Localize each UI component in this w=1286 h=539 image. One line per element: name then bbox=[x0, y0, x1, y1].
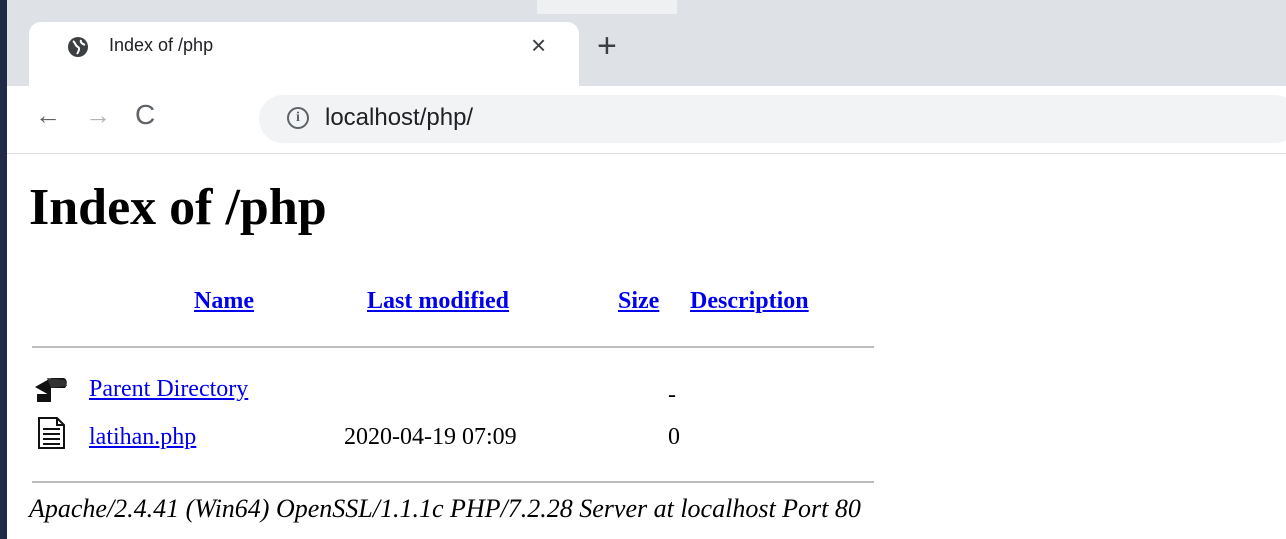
text-file-icon bbox=[38, 417, 65, 449]
reload-button[interactable]: C bbox=[135, 100, 155, 130]
info-icon[interactable]: i bbox=[287, 107, 309, 129]
page-title: Index of /php bbox=[29, 179, 327, 236]
browser-tab[interactable]: Index of /php × bbox=[29, 22, 579, 86]
tab-close-button[interactable]: × bbox=[531, 30, 546, 60]
tab-strip-notch bbox=[537, 0, 677, 14]
new-tab-button[interactable]: + bbox=[597, 28, 617, 64]
file-last-modified: 2020-04-19 07:09 bbox=[344, 424, 517, 450]
column-header-size[interactable]: Size bbox=[618, 288, 659, 315]
back-button[interactable]: ← bbox=[35, 100, 61, 130]
page-content: Index of /php Name Last modified Size De… bbox=[7, 154, 1286, 539]
browser-toolbar: ← → C i localhost/php/ bbox=[7, 86, 1286, 154]
column-header-last-modified[interactable]: Last modified bbox=[367, 288, 509, 315]
parent-directory-link[interactable]: Parent Directory bbox=[89, 376, 248, 403]
server-signature: Apache/2.4.41 (Win64) OpenSSL/1.1.1c PHP… bbox=[29, 494, 861, 523]
column-header-name[interactable]: Name bbox=[194, 288, 254, 315]
back-arrow-icon bbox=[35, 378, 67, 402]
window-left-edge bbox=[0, 0, 7, 539]
globe-icon bbox=[68, 37, 88, 57]
header-divider bbox=[32, 346, 874, 348]
footer-divider bbox=[32, 481, 874, 483]
parent-directory-size: - bbox=[668, 382, 676, 408]
tab-strip: Index of /php × + bbox=[7, 0, 1286, 86]
column-header-description[interactable]: Description bbox=[690, 288, 809, 315]
tab-title: Index of /php bbox=[109, 35, 214, 55]
forward-button[interactable]: → bbox=[85, 100, 111, 130]
address-bar[interactable]: i localhost/php/ bbox=[259, 95, 1286, 143]
file-size: 0 bbox=[668, 424, 680, 450]
address-url[interactable]: localhost/php/ bbox=[325, 104, 473, 132]
file-link[interactable]: latihan.php bbox=[89, 424, 196, 451]
